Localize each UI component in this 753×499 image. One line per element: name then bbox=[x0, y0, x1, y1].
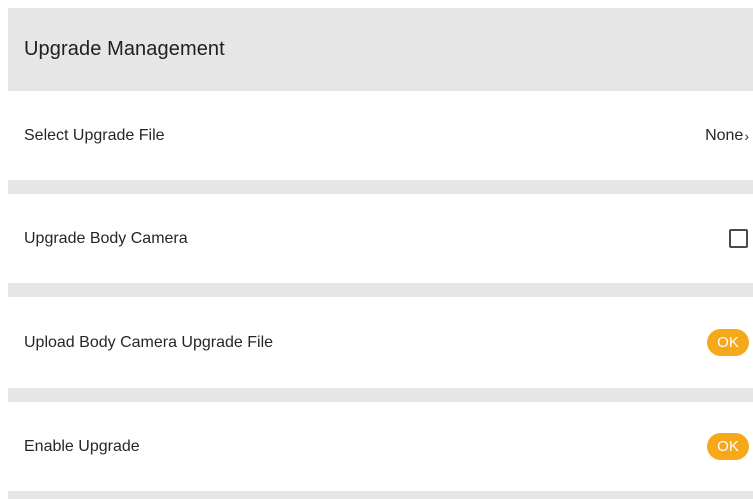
enable-upgrade-row: Enable Upgrade OK bbox=[8, 402, 753, 491]
row-divider bbox=[8, 388, 753, 402]
row-divider bbox=[8, 283, 753, 297]
upgrade-file-value-text: None bbox=[705, 126, 744, 144]
upgrade-body-camera-checkbox[interactable] bbox=[729, 229, 748, 248]
enable-upgrade-ok-button[interactable]: OK bbox=[707, 433, 749, 460]
enable-upgrade-label: Enable Upgrade bbox=[24, 437, 140, 455]
upgrade-file-value[interactable]: None › bbox=[705, 127, 749, 145]
select-upgrade-file-row[interactable]: Select Upgrade File None › bbox=[8, 91, 753, 180]
page-header: Upgrade Management bbox=[8, 8, 753, 91]
upgrade-body-camera-row[interactable]: Upgrade Body Camera bbox=[8, 194, 753, 283]
select-upgrade-file-label: Select Upgrade File bbox=[24, 126, 165, 144]
upgrade-management-screen: Upgrade Management Select Upgrade File N… bbox=[0, 0, 753, 499]
upload-body-camera-upgrade-file-label: Upload Body Camera Upgrade File bbox=[24, 333, 274, 351]
chevron-right-icon: › bbox=[744, 127, 749, 144]
upgrade-body-camera-label: Upgrade Body Camera bbox=[24, 229, 188, 247]
row-divider bbox=[8, 491, 753, 499]
upload-ok-button[interactable]: OK bbox=[707, 329, 749, 356]
row-divider bbox=[8, 180, 753, 194]
upload-body-camera-upgrade-file-row: Upload Body Camera Upgrade File OK bbox=[8, 297, 753, 388]
page-title: Upgrade Management bbox=[24, 38, 225, 60]
